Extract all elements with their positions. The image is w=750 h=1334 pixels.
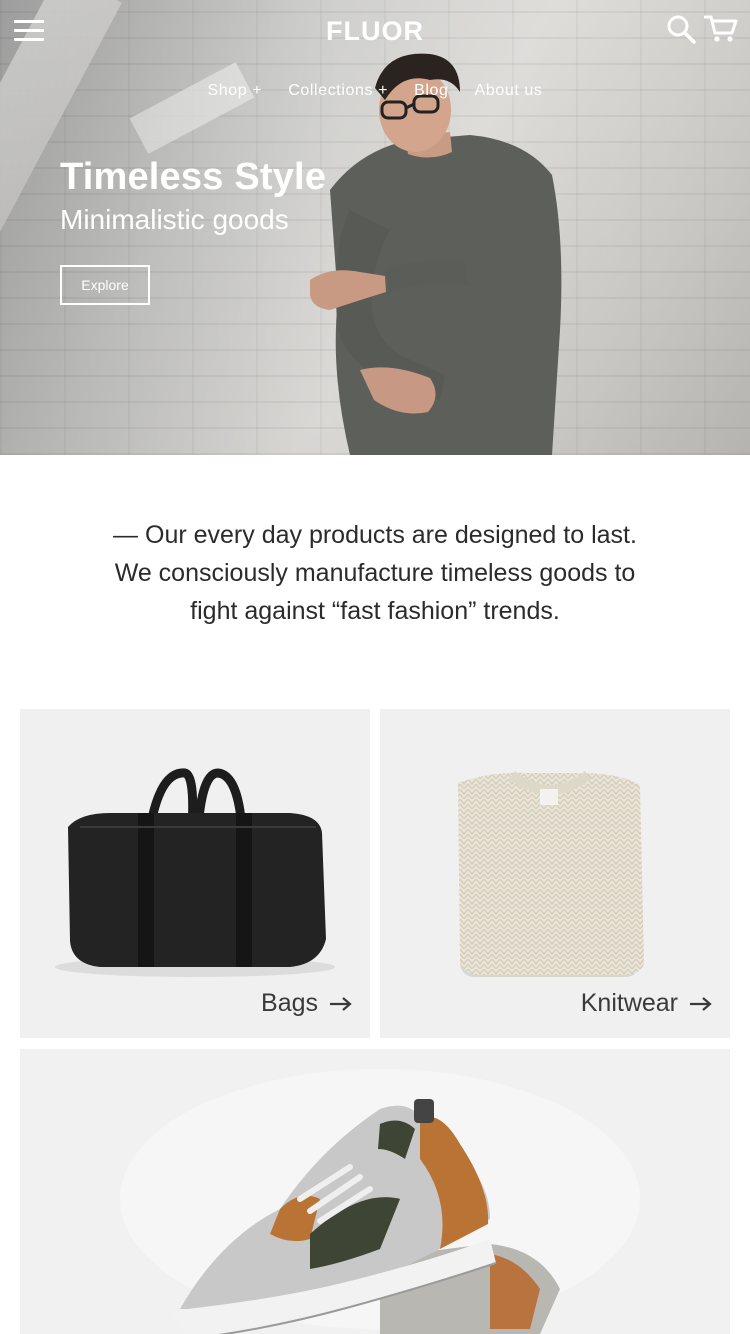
- arrow-right-icon: [690, 996, 712, 1011]
- search-icon[interactable]: [666, 14, 696, 44]
- brand-logo[interactable]: FLUOR: [0, 16, 750, 47]
- hero-subtitle: Minimalistic goods: [60, 204, 289, 235]
- nav-item-shop[interactable]: Shop +: [207, 82, 262, 100]
- category-tile-bags[interactable]: Bags: [20, 709, 370, 1038]
- category-name: Bags: [261, 989, 318, 1017]
- category-tile-knitwear[interactable]: Knitwear: [380, 709, 730, 1038]
- category-name: Knitwear: [580, 989, 678, 1017]
- intro-statement: — Our every day products are designed to…: [113, 521, 637, 625]
- page: FLUOR Shop + Collections + Blog About us…: [0, 0, 750, 1334]
- nav-item-blog[interactable]: Blog: [414, 82, 448, 100]
- explore-button[interactable]: Explore: [60, 265, 150, 305]
- hero-title: Timeless Style: [60, 156, 327, 198]
- hero-banner: FLUOR Shop + Collections + Blog About us…: [0, 0, 750, 455]
- category-label-knitwear[interactable]: Knitwear: [581, 989, 712, 1018]
- main-nav: Shop + Collections + Blog About us: [0, 82, 750, 100]
- hero-model-image: [310, 53, 562, 455]
- category-tile-shoes[interactable]: [20, 1049, 730, 1334]
- cart-icon[interactable]: [704, 14, 738, 44]
- nav-item-about-us[interactable]: About us: [475, 82, 543, 100]
- nav-item-collections[interactable]: Collections +: [288, 82, 388, 100]
- category-label-bags[interactable]: Bags: [261, 989, 352, 1018]
- sneakers-image: [120, 1069, 640, 1334]
- arrow-right-icon: [330, 996, 352, 1011]
